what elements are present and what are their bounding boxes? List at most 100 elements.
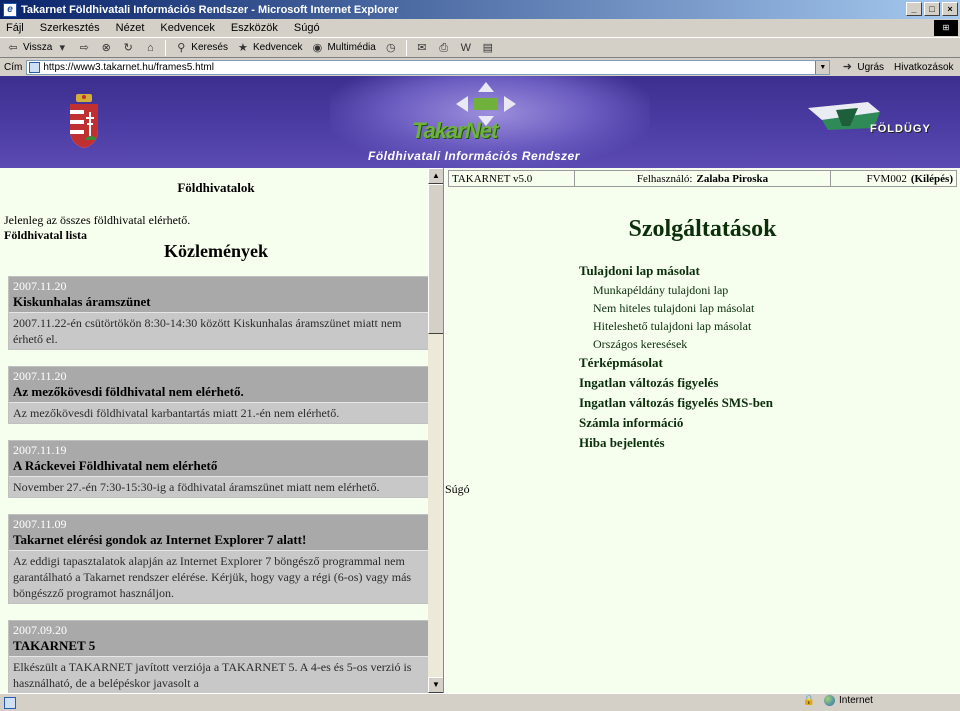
account-code: FVM002 [866,172,907,185]
news-title: Kiskunhalas áramszünet [13,294,151,309]
news-date: 2007.11.20 [13,279,67,293]
maximize-button[interactable]: □ [924,2,940,16]
toolbar: ⇦ Vissza ▾ ⇨ ⊗ ↻ ⌂ ⚲ Keresés ★ Kedvencek… [0,37,960,58]
window-controls: _ □ × [906,2,958,16]
menu-edit[interactable]: Szerkesztés [40,22,100,34]
favorites-button[interactable]: ★ Kedvencek [236,41,302,55]
toolbar-separator [405,39,407,56]
close-button[interactable]: × [942,2,958,16]
dropdown-icon: ▾ [59,41,66,54]
go-button[interactable]: ➜ Ugrás [840,60,884,74]
news-body: Az mezőkövesdi földhivatal karbantartás … [9,403,429,423]
banner-subtitle: Földhivatali Információs Rendszer [368,149,580,163]
news-item: 2007.09.20 TAKARNET 5 Elkészült a TAKARN… [8,620,430,693]
scroll-down-icon[interactable]: ▼ [428,677,443,693]
favorites-label: Kedvencek [252,42,303,53]
home-icon[interactable]: ⌂ [143,41,157,55]
news-item: 2007.11.19 A Ráckevei Földhivatal nem el… [8,440,430,498]
stop-icon[interactable]: ⊗ [99,41,113,55]
lock-icon: 🔒 [802,695,816,706]
left-frame-scrollbar[interactable]: ▲ ▼ [428,168,443,693]
scroll-up-icon[interactable]: ▲ [428,168,443,184]
address-input[interactable]: https://www3.takarnet.hu/frames5.html ▼ [26,59,831,75]
address-label: Cím [4,61,23,73]
version-label: TAKARNET v5.0 [449,171,575,186]
news-date: 2007.11.19 [13,443,67,457]
services-menu: Tulajdoni lap másolat Munkapéldány tulaj… [579,261,773,453]
takarnet-logo-text: TakarNet [412,118,498,143]
refresh-icon[interactable]: ↻ [121,41,135,55]
service-property-watch[interactable]: Ingatlan változás figyelés [579,373,773,393]
page-status-icon [4,696,16,709]
search-label: Keresés [191,42,228,53]
news-body: Elkészült a TAKARNET javított verziója a… [9,657,429,693]
foldugy-logo-text: FÖLDÜGY [870,123,931,135]
right-frame: TAKARNET v5.0 Felhasználó: Zalaba Pirosk… [445,168,960,693]
session-info-bar: TAKARNET v5.0 Felhasználó: Zalaba Pirosk… [448,170,957,187]
news-heading: Közlemények [164,241,268,261]
news-date: 2007.09.20 [13,623,67,637]
back-label: Vissza [23,42,53,53]
links-button[interactable]: Hivatkozások [894,62,953,73]
menu-tools[interactable]: Eszközök [231,22,278,34]
service-invoice-info[interactable]: Számla információ [579,413,773,433]
window-titlebar: e Takarnet Földhivatali Információs Rend… [0,0,960,19]
media-label: Multimédia [327,42,376,53]
security-zone: Internet [820,695,956,706]
logout-link[interactable]: (Kilépés) [911,173,953,185]
media-button[interactable]: ◉ Multimédia [310,41,376,55]
forward-icon[interactable]: ⇨ [77,41,91,55]
address-bar: Cím https://www3.takarnet.hu/frames5.htm… [0,58,960,76]
offices-heading: Földhivatalok [177,180,255,195]
news-date: 2007.11.09 [13,517,67,531]
service-certifiable-copy[interactable]: Hiteleshető tulajdoni lap másolat [579,317,773,335]
menu-view[interactable]: Nézet [116,22,145,34]
left-frame: Földhivatalok Jelenleg az összes földhiv… [0,168,444,693]
toolbar-separator [165,39,167,56]
internet-globe-icon [824,695,835,706]
scroll-thumb[interactable] [428,184,443,334]
search-icon: ⚲ [177,41,186,54]
print-icon[interactable]: ⎙ [437,41,451,55]
back-arrow-icon: ⇦ [8,41,18,54]
news-body: Az eddigi tapasztalatok alapján az Inter… [9,551,429,603]
edit-icon[interactable]: W [459,41,473,55]
window-title: Takarnet Földhivatali Információs Rendsz… [21,3,399,16]
menu-help[interactable]: Súgó [294,22,320,34]
history-icon[interactable]: ◷ [384,41,398,55]
user-label: Felhasználó: [636,172,693,185]
news-item: 2007.11.20 Az mezőkövesdi földhivatal ne… [8,366,430,424]
user-info: Felhasználó: Zalaba Piroska [575,171,831,186]
address-dropdown-icon[interactable]: ▼ [815,60,830,74]
minimize-button[interactable]: _ [906,2,922,16]
back-button[interactable]: ⇦ Vissza ▾ [6,41,69,55]
service-national-search[interactable]: Országos keresések [579,335,773,353]
service-property-watch-sms[interactable]: Ingatlan változás figyelés SMS-ben [579,393,773,413]
search-button[interactable]: ⚲ Keresés [174,41,228,55]
go-arrow-icon: ➜ [842,61,852,73]
service-bug-report[interactable]: Hiba bejelentés [579,433,773,453]
service-non-certified-copy[interactable]: Nem hiteles tulajdoni lap másolat [579,299,773,317]
news-date: 2007.11.20 [13,369,67,383]
ie-icon: e [3,2,17,17]
news-title: A Ráckevei Földhivatal nem elérhető [13,458,218,473]
service-ownership-sheet-copy[interactable]: Tulajdoni lap másolat [579,261,773,281]
news-item: 2007.11.09 Takarnet elérési gondok az In… [8,514,430,604]
user-name: Zalaba Piroska [696,172,769,185]
news-item: 2007.11.20 Kiskunhalas áramszünet 2007.1… [8,276,430,350]
news-title: TAKARNET 5 [13,638,96,653]
offices-status: Jelenleg az összes földhivatal elérhető. [4,213,191,227]
menu-file[interactable]: Fájl [6,22,24,34]
service-working-copy[interactable]: Munkapéldány tulajdoni lap [579,281,773,299]
go-label: Ugrás [857,61,885,73]
hungarian-coat-of-arms-icon [70,94,98,148]
news-title: Az mezőkövesdi földhivatal nem elérhető. [13,384,244,399]
menu-favorites[interactable]: Kedvencek [160,22,214,34]
news-title: Takarnet elérési gondok az Internet Expl… [13,532,307,547]
help-link[interactable]: Súgó [445,482,470,497]
services-title: Szolgáltatások [628,216,777,242]
discuss-icon[interactable]: ▤ [481,41,495,55]
mail-icon[interactable]: ✉ [415,41,429,55]
menu-bar: Fájl Szerkesztés Nézet Kedvencek Eszközö… [0,19,960,37]
service-map-copy[interactable]: Térképmásolat [579,353,773,373]
